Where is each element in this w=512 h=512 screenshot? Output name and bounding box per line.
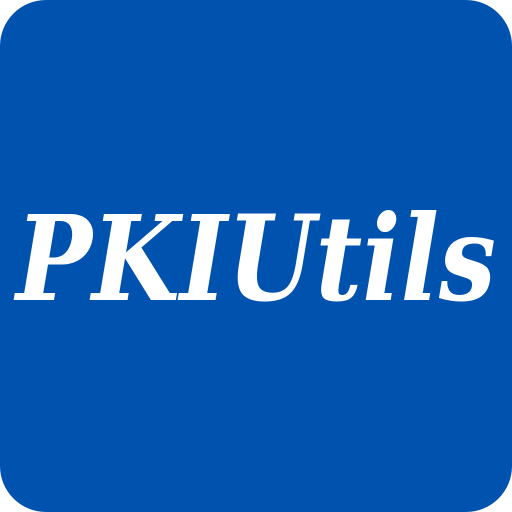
app-wordmark: PKIUtils (13, 189, 496, 328)
app-icon[interactable]: PKIUtils (0, 0, 512, 512)
pkiutils-logo-icon: PKIUtils (13, 189, 496, 328)
